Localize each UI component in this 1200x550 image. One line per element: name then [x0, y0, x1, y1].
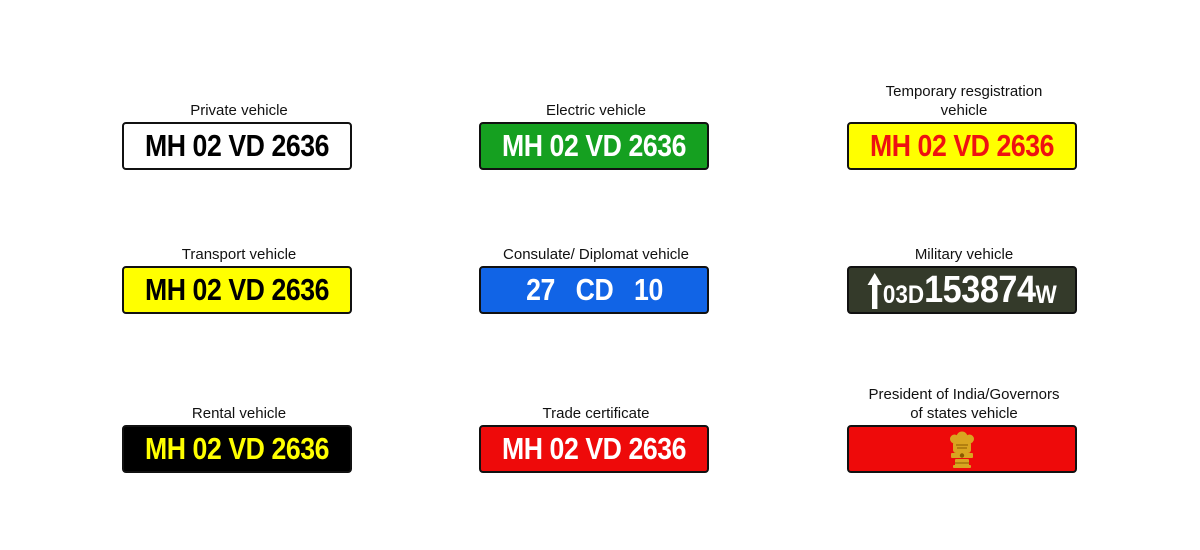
license-plate: MH 02 VD 2636	[479, 122, 709, 170]
plate-caption: Trade certificate	[542, 405, 650, 422]
military-prefix: 03D	[882, 281, 924, 309]
plate-card-electric: Electric vehicle MH 02 VD 2636	[479, 70, 713, 170]
plate-number: MH 02 VD 2636	[144, 128, 330, 163]
plate-card-military: Military vehicle 03D 153874 W	[847, 214, 1081, 314]
plate-card-rental: Rental vehicle MH 02 VD 2636	[122, 373, 356, 473]
national-emblem-icon	[950, 431, 974, 468]
plate-number: MH 02 VD 2636	[869, 128, 1055, 163]
plate-card-diplomat: Consulate/ Diplomat vehicle 27 CD 10	[479, 214, 713, 314]
military-suffix: W	[1035, 281, 1057, 309]
license-plate: MH 02 VD 2636	[122, 425, 352, 473]
license-plate: MH 02 VD 2636	[122, 266, 352, 314]
plate-number: MH 02 VD 2636	[501, 431, 687, 466]
license-plate: 27 CD 10	[479, 266, 709, 314]
military-serial: 153874	[923, 269, 1036, 311]
plate-caption: Private vehicle	[190, 102, 288, 119]
license-plate: MH 02 VD 2636	[122, 122, 352, 170]
plate-card-trade: Trade certificate MH 02 VD 2636	[479, 373, 713, 473]
plate-caption: Rental vehicle	[191, 405, 287, 422]
plate-card-temporary: Temporary resgistration vehicle MH 02 VD…	[847, 70, 1081, 170]
license-plate: MH 02 VD 2636	[479, 425, 709, 473]
plate-number: MH 02 VD 2636	[144, 431, 330, 466]
plate-card-transport: Transport vehicle MH 02 VD 2636	[122, 214, 356, 314]
up-arrow-icon	[867, 273, 882, 309]
license-plate: MH 02 VD 2636	[847, 122, 1077, 170]
plate-caption: Consulate/ Diplomat vehicle	[503, 246, 689, 263]
plate-number: MH 02 VD 2636	[501, 128, 687, 163]
military-number: 03D 153874 W	[867, 269, 1057, 311]
plate-card-private: Private vehicle MH 02 VD 2636	[122, 70, 356, 170]
plate-caption: Military vehicle	[914, 246, 1014, 263]
plate-caption: Electric vehicle	[545, 102, 647, 119]
plate-caption: Transport vehicle	[181, 246, 297, 263]
plate-caption: President of India/Governors of states v…	[868, 386, 1060, 422]
license-plate: 03D 153874 W	[847, 266, 1077, 314]
plate-card-president: President of India/Governors of states v…	[847, 373, 1081, 473]
license-plate	[847, 425, 1077, 473]
plate-caption: Temporary resgistration vehicle	[885, 83, 1043, 119]
plate-number: MH 02 VD 2636	[144, 272, 330, 307]
plate-number: 27 CD 10	[525, 272, 663, 307]
